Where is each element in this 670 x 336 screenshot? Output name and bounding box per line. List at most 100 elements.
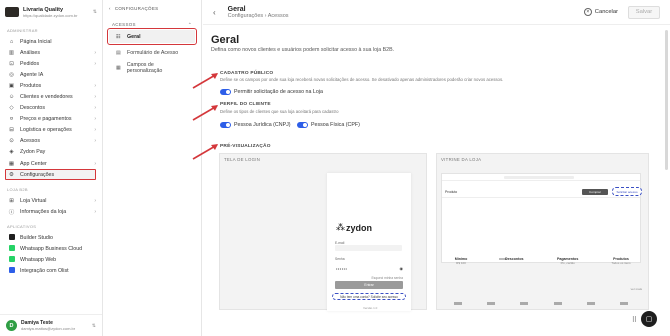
toggle-switch[interactable] [220, 89, 231, 95]
app-item[interactable]: Whatsapp Web [0, 255, 102, 266]
login-preview: TELA DE LOGIN ⁂ zydon E-mail Senha •••••… [219, 153, 427, 311]
store-preview: VITRINE DA LOJA Produto Comprar Solicita… [436, 153, 649, 310]
ai-icon: ◎ [9, 71, 14, 78]
chart-icon: ▥ [8, 49, 15, 56]
forgot-password-link[interactable]: Esqueci minha senha [371, 276, 403, 280]
user-profile[interactable]: D Damiya Teste damiya.mattos@zydon.com.br… [0, 314, 102, 336]
product-row: Produto Comprar Solicitar acesso [442, 186, 642, 198]
chevron-up-icon: ⌃ [187, 22, 192, 27]
sidebar-item-users[interactable]: ☺ Clientes e vendedores › [0, 91, 102, 102]
storefront-icon: ⊞ [9, 197, 14, 204]
app-item[interactable]: Integração com Olist [0, 266, 102, 277]
sidebar-item-home[interactable]: ⌂ Página Inicial [0, 36, 102, 47]
grid-icon[interactable]: ⠿ [632, 316, 637, 324]
save-button[interactable]: Salvar [628, 5, 660, 19]
truck-icon: ⊟ [9, 127, 14, 134]
request-access-link[interactable]: Não tem uma conta? Solicite seu acesso [332, 293, 406, 300]
sidebar-item-lock[interactable]: ⊙ Acessos › [0, 136, 102, 147]
fields-icon: ▦ [116, 64, 121, 71]
email-field[interactable] [335, 245, 402, 251]
sidebar-item-gear[interactable]: ⚙ Configurações [5, 169, 96, 181]
main-content: ‹ Geral Configurações › Acessos × Cancela… [192, 0, 670, 336]
subnav-item-campos[interactable]: ▦ Campos de personalização [109, 61, 195, 74]
app: Livraria Quality https://qualidade.zydon.… [0, 0, 670, 336]
annotation-arrow [192, 144, 218, 160]
sidebar-item-loja-virtual[interactable]: ⊞ Loja Virtual › [0, 195, 102, 206]
subnav-item-geral[interactable]: ☷ Geral [107, 28, 197, 45]
toggle-switch[interactable] [297, 122, 308, 128]
subnav-header: ‹ CONFIGURAÇÕES [109, 5, 159, 11]
info-icon: ⓘ [8, 209, 15, 216]
eye-icon[interactable]: ◉ [400, 266, 404, 271]
app-item[interactable]: Whatsapp Business Cloud [0, 244, 102, 255]
app-icon [8, 256, 15, 264]
toggle-pessoa-juridica[interactable]: Pessoa Jurídica (CNPJ) [220, 122, 291, 128]
user-menu-icon: ⇅ [91, 322, 96, 329]
cancel-button[interactable]: × Cancelar [583, 8, 618, 16]
sidebar-item-box[interactable]: ▣ Produtos › [0, 80, 102, 91]
password-label: Senha [335, 257, 345, 261]
zydon-logo: zydon [346, 223, 372, 233]
app-icon [8, 245, 15, 253]
toggle-permitir-solicitacao[interactable]: Permitir solicitação de acesso na Loja [220, 89, 323, 95]
scrollbar[interactable] [665, 30, 668, 170]
app-icon [8, 267, 15, 275]
switch-chevron-icon: ⇅ [92, 9, 97, 15]
see-more-link[interactable]: ver mais [631, 287, 642, 291]
topbar-title: Geral [227, 5, 246, 13]
breadcrumb: Configurações › Acessos [227, 12, 289, 19]
store-preview-label: VITRINE DA LOJA [441, 157, 482, 162]
store-footer [441, 300, 641, 307]
sidebar-item-tag[interactable]: ◇ Descontos › [0, 103, 102, 114]
store-mock: Produto Comprar Solicitar acesso [441, 173, 642, 263]
app-icon [8, 233, 15, 242]
annotation-arrow [192, 105, 218, 121]
sidebar-item-chart[interactable]: ▥ Análises › [0, 47, 102, 58]
store-url: https://qualidade.zydon.com.br [23, 12, 78, 18]
settings-subnav: ‹ CONFIGURAÇÕES ACESSOS ⌃ ☷ Geral ▤ Formulár… [103, 0, 202, 336]
password-field[interactable]: •••••• [336, 266, 347, 271]
subnav-section[interactable]: ACESSOS ⌃ [103, 16, 201, 30]
login-preview-label: TELA DE LOGIN [224, 157, 261, 162]
sidebar-item-truck[interactable]: ⊟ Logística e operações › [0, 125, 102, 136]
feature-pagamentos: Pagamentos Pix, cartão [556, 257, 579, 265]
sidebar-item-price[interactable]: ¤ Preços e pagamentos › [0, 114, 102, 125]
request-access-button[interactable]: Solicitar acesso [612, 187, 642, 196]
subnav-item-formulario[interactable]: ▤ Formulário de Acesso [109, 46, 195, 59]
form-icon: ▤ [116, 49, 121, 56]
back-icon[interactable]: ‹ [213, 8, 216, 17]
sidebar-item-informacoes[interactable]: ⓘ Informações da loja › [0, 206, 102, 217]
sidebar-item-pay[interactable]: ◈ Zydon Pay [0, 147, 102, 158]
box-icon: ▣ [8, 82, 15, 89]
preview-heading: PRÉ-VISUALIZAÇÃO [220, 144, 271, 149]
user-email: damiya.mattos@zydon.com.br [21, 326, 76, 331]
toggle-switch[interactable] [220, 122, 231, 128]
pay-icon: ◈ [9, 149, 14, 156]
cadastro-heading: CADASTRO PÚBLICO [220, 71, 274, 76]
buy-button[interactable]: Comprar [582, 189, 608, 195]
sidebar-item-ai[interactable]: ◎ Agente IA [0, 69, 102, 80]
store-search-input [504, 176, 574, 179]
chevron-left-icon[interactable]: ‹ [109, 6, 111, 11]
feature-descontos: Descontos [505, 257, 524, 261]
sidebar-item-cart[interactable]: ⊡ Pedidos › [0, 58, 102, 69]
cart-icon: ⊡ [9, 60, 14, 67]
store-features: Mínimo R$ 100 Descontos Pagamentos Pix, ca… [441, 257, 641, 265]
breadcrumb-configuracoes[interactable]: Configurações [228, 13, 263, 19]
breadcrumb-acessos[interactable]: Acessos [268, 13, 289, 19]
section-b2b: LOJA B2B [7, 187, 28, 193]
app-item[interactable]: Builder Studio [0, 232, 102, 243]
store-logo [5, 7, 19, 17]
tag-icon: ◇ [9, 105, 14, 112]
version-text: Versão 1.0 [363, 306, 378, 310]
login-button[interactable]: Entrar [335, 281, 403, 289]
chat-button[interactable]: ▢ [641, 311, 657, 327]
product-name: Produto [445, 190, 458, 194]
toggle-pessoa-fisica[interactable]: Pessoa Física (CPF) [297, 122, 360, 128]
brand-switcher[interactable]: Livraria Quality https://qualidade.zydon.… [0, 0, 102, 24]
cadastro-desc: Define se os campos por onde sua loja re… [220, 77, 504, 82]
sidebar-item-app[interactable]: ▦ App Center › [0, 158, 102, 169]
sliders-icon: ☷ [116, 33, 121, 40]
page-subtitle: Defina como novos clientes e usuários po… [211, 47, 395, 53]
gear-icon: ⚙ [9, 171, 14, 178]
